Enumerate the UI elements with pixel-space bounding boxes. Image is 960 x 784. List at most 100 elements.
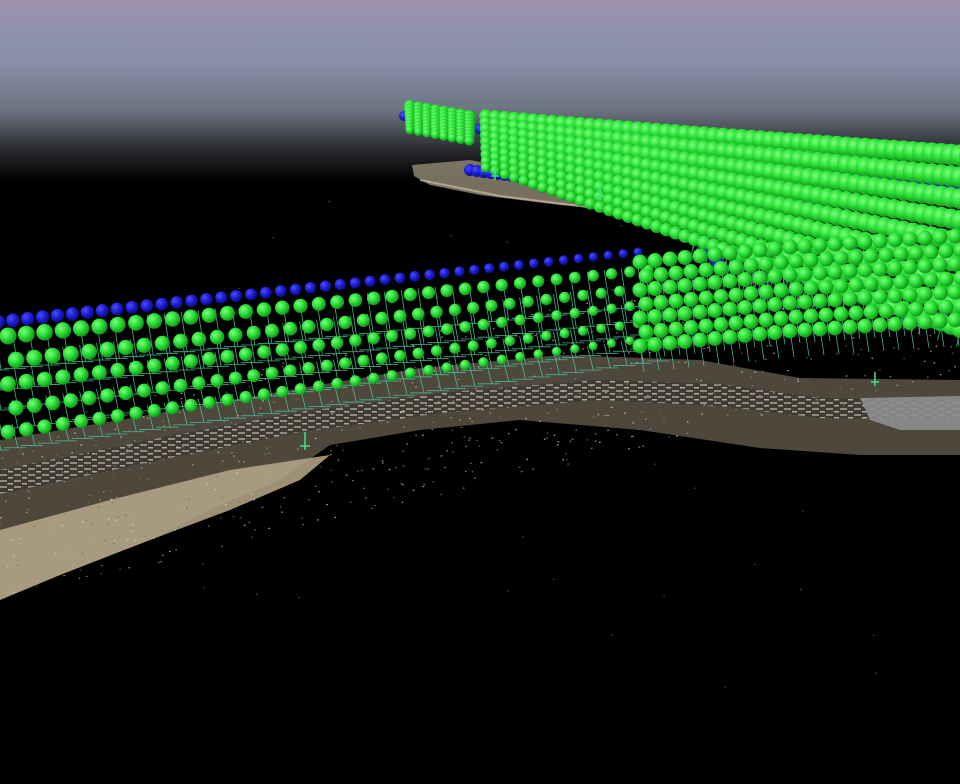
camera-sphere[interactable] xyxy=(842,235,858,251)
camera-sphere[interactable] xyxy=(614,321,625,331)
camera-sphere[interactable] xyxy=(155,381,170,396)
camera-sphere[interactable] xyxy=(707,275,723,290)
camera-sphere[interactable] xyxy=(166,401,180,415)
camera-sphere[interactable] xyxy=(848,277,864,293)
camera-sphere[interactable] xyxy=(595,287,607,299)
camera-sphere[interactable] xyxy=(917,286,933,302)
camera-sphere[interactable] xyxy=(722,301,738,317)
camera-sphere[interactable] xyxy=(245,288,258,301)
camera-sphere[interactable] xyxy=(238,304,254,319)
camera-sphere[interactable] xyxy=(259,286,272,299)
camera-sphere[interactable] xyxy=(185,294,198,308)
camera-sphere[interactable] xyxy=(349,334,362,347)
camera-sphere[interactable] xyxy=(430,305,443,319)
camera-sphere[interactable] xyxy=(7,351,25,369)
camera-sphere[interactable] xyxy=(603,250,613,260)
camera-sphere[interactable] xyxy=(100,388,115,403)
camera-sphere[interactable] xyxy=(201,307,217,323)
camera-sphere[interactable] xyxy=(692,332,708,348)
camera-sphere[interactable] xyxy=(638,268,654,284)
camera-sphere[interactable] xyxy=(386,370,398,382)
camera-sphere[interactable] xyxy=(818,307,834,323)
camera-sphere[interactable] xyxy=(878,247,894,263)
camera-sphere[interactable] xyxy=(758,256,774,272)
camera-sphere[interactable] xyxy=(239,390,252,404)
camera-sphere[interactable] xyxy=(713,317,729,332)
camera-sphere[interactable] xyxy=(707,303,723,318)
camera-sphere[interactable] xyxy=(782,267,798,283)
camera-sphere[interactable] xyxy=(872,261,888,277)
camera-sphere[interactable] xyxy=(782,239,798,255)
camera-sphere[interactable] xyxy=(486,338,497,349)
camera-sphere[interactable] xyxy=(496,354,507,365)
camera-sphere[interactable] xyxy=(767,325,783,340)
camera-sphere[interactable] xyxy=(632,310,648,326)
camera-sphere[interactable] xyxy=(887,232,903,248)
camera-sphere[interactable] xyxy=(752,270,768,286)
camera-sphere[interactable] xyxy=(238,347,253,362)
camera-sphere[interactable] xyxy=(458,282,472,296)
camera-sphere[interactable] xyxy=(301,319,316,334)
camera-sphere[interactable] xyxy=(932,229,948,245)
camera-sphere[interactable] xyxy=(459,321,471,333)
camera-sphere[interactable] xyxy=(394,272,406,284)
camera-sphere[interactable] xyxy=(767,241,783,256)
camera-sphere[interactable] xyxy=(932,285,948,301)
camera-sphere[interactable] xyxy=(385,329,399,343)
camera-sphere[interactable] xyxy=(668,265,684,281)
camera-sphere[interactable] xyxy=(294,340,308,354)
camera-sphere[interactable] xyxy=(44,347,61,364)
camera-sphere[interactable] xyxy=(812,321,828,337)
camera-sphere[interactable] xyxy=(136,337,152,353)
camera-sphere[interactable] xyxy=(439,131,449,141)
camera-sphere[interactable] xyxy=(514,314,526,326)
camera-sphere[interactable] xyxy=(110,362,126,378)
camera-sphere[interactable] xyxy=(587,269,599,282)
camera-sphere[interactable] xyxy=(833,278,849,294)
camera-sphere[interactable] xyxy=(455,134,466,145)
camera-sphere[interactable] xyxy=(647,309,663,324)
camera-sphere[interactable] xyxy=(274,285,287,297)
camera-sphere[interactable] xyxy=(74,414,89,429)
camera-sphere[interactable] xyxy=(499,168,511,180)
camera-sphere[interactable] xyxy=(570,344,580,354)
camera-sphere[interactable] xyxy=(577,326,588,336)
camera-sphere[interactable] xyxy=(313,380,325,393)
camera-sphere[interactable] xyxy=(92,411,107,426)
camera-sphere[interactable] xyxy=(411,307,425,321)
camera-sphere[interactable] xyxy=(707,247,723,262)
camera-sphere[interactable] xyxy=(349,277,361,289)
camera-sphere[interactable] xyxy=(91,318,108,335)
camera-sphere[interactable] xyxy=(677,250,693,265)
camera-sphere[interactable] xyxy=(257,345,271,359)
camera-sphere[interactable] xyxy=(35,310,50,324)
camera-sphere[interactable] xyxy=(45,395,61,411)
camera-sphere[interactable] xyxy=(441,362,453,373)
camera-sphere[interactable] xyxy=(379,274,391,286)
camera-sphere[interactable] xyxy=(191,331,207,347)
camera-sphere[interactable] xyxy=(722,245,738,261)
camera-sphere[interactable] xyxy=(409,271,421,282)
camera-sphere[interactable] xyxy=(662,251,678,267)
camera-sphere[interactable] xyxy=(917,258,933,274)
camera-sphere[interactable] xyxy=(923,272,939,288)
camera-sphere[interactable] xyxy=(393,309,407,323)
camera-sphere[interactable] xyxy=(99,341,116,358)
camera-sphere[interactable] xyxy=(527,178,539,190)
camera-sphere[interactable] xyxy=(173,378,188,393)
camera-sphere[interactable] xyxy=(247,369,261,383)
camera-sphere[interactable] xyxy=(449,342,461,354)
camera-sphere[interactable] xyxy=(118,386,133,401)
camera-sphere[interactable] xyxy=(758,312,774,328)
camera-sphere[interactable] xyxy=(192,376,206,390)
camera-sphere[interactable] xyxy=(413,127,423,137)
camera-sphere[interactable] xyxy=(632,338,648,354)
camera-sphere[interactable] xyxy=(228,371,242,385)
camera-sphere[interactable] xyxy=(422,286,436,300)
camera-sphere[interactable] xyxy=(908,301,924,317)
camera-sphere[interactable] xyxy=(767,297,783,312)
camera-sphere[interactable] xyxy=(737,244,753,259)
3d-viewport[interactable] xyxy=(0,0,960,784)
camera-sphere[interactable] xyxy=(902,231,918,247)
camera-sphere[interactable] xyxy=(893,246,909,262)
